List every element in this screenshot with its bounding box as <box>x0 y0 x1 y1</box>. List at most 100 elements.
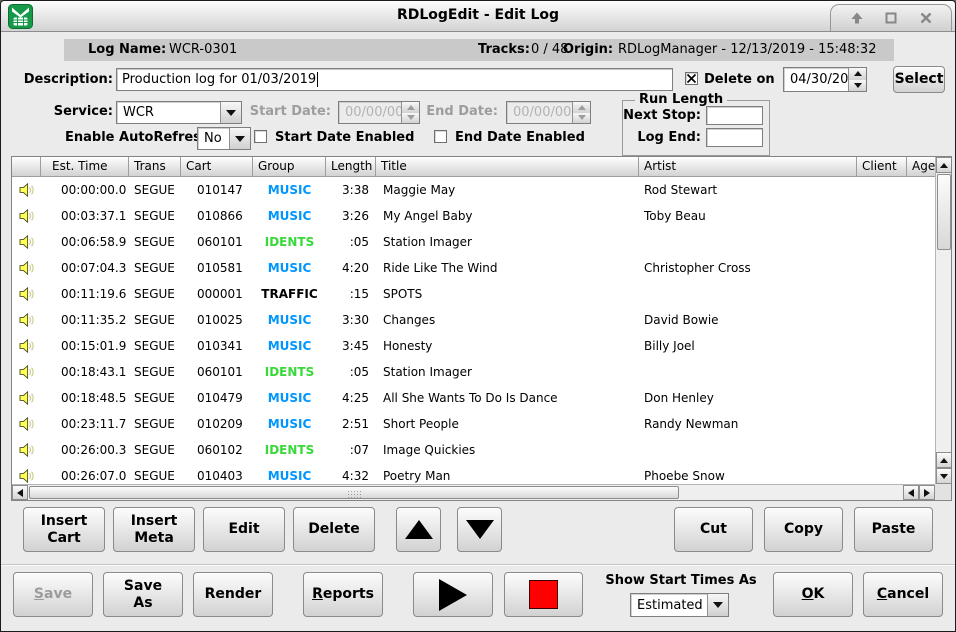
delete-on-checkbox[interactable] <box>685 72 698 85</box>
maximize-window-button[interactable] <box>882 9 900 27</box>
cell-cart: 010209 <box>181 417 253 431</box>
speaker-icon <box>12 209 41 223</box>
cell-length: 3:45 <box>326 339 376 353</box>
stop-button[interactable] <box>504 572 583 617</box>
scroll-down-button[interactable] <box>936 468 952 484</box>
move-down-button[interactable] <box>457 507 502 552</box>
service-combobox[interactable]: WCR <box>116 101 242 124</box>
show-start-times-combobox[interactable]: Estimated <box>630 593 729 617</box>
horizontal-scrollbar-thumb[interactable] <box>29 486 679 499</box>
speaker-icon <box>12 235 41 249</box>
play-button[interactable] <box>413 572 493 617</box>
table-row[interactable]: 00:03:37.1SEGUE010866MUSIC3:26My Angel B… <box>12 203 951 229</box>
ok-button[interactable]: OK <box>773 572 853 617</box>
speaker-icon <box>12 391 41 405</box>
log-event-table: Est. TimeTransCartGroupLengthTitleArtist… <box>11 156 952 501</box>
scroll-left-button-2[interactable] <box>903 485 919 500</box>
table-row[interactable]: 00:26:07.0SEGUE010403MUSIC4:32Poetry Man… <box>12 463 951 484</box>
scroll-left-button[interactable] <box>12 485 28 500</box>
cut-button[interactable]: Cut <box>674 507 753 552</box>
separator-line <box>1 564 955 566</box>
cell-length: 2:51 <box>326 417 376 431</box>
delete-date-spinbox[interactable]: 04/30/2019 <box>783 67 867 92</box>
next-stop-label: Next Stop: <box>623 108 701 123</box>
description-input[interactable]: Production log for 01/03/2019 <box>116 68 673 91</box>
cell-est-time: 00:11:19.6 <box>41 287 129 301</box>
paste-button[interactable]: Paste <box>854 507 933 552</box>
save-as-button[interactable]: Save As <box>103 572 183 617</box>
insert-cart-button[interactable]: Insert Cart <box>23 507 105 552</box>
text-caret <box>317 72 318 87</box>
table-row[interactable]: 00:26:00.3SEGUE060102IDENTS:07Image Quic… <box>12 437 951 463</box>
edit-button[interactable]: Edit <box>203 507 285 552</box>
move-up-button[interactable] <box>396 507 441 552</box>
cell-title: Short People <box>376 417 639 431</box>
column-header-length[interactable]: Length <box>326 157 376 177</box>
table-row[interactable]: 00:00:00.0SEGUE010147MUSIC3:38Maggie May… <box>12 177 951 203</box>
cell-group: IDENTS <box>253 235 326 249</box>
cell-cart: 010866 <box>181 209 253 223</box>
scroll-up-button-2[interactable] <box>936 452 952 468</box>
end-date-enabled-checkbox[interactable] <box>434 130 447 143</box>
table-header: Est. TimeTransCartGroupLengthTitleArtist… <box>12 157 951 177</box>
reports-button[interactable]: Reports <box>303 572 383 617</box>
cell-est-time: 00:03:37.1 <box>41 209 129 223</box>
speaker-icon <box>12 287 41 301</box>
cell-group: MUSIC <box>253 313 326 327</box>
vertical-scrollbar[interactable] <box>935 157 951 484</box>
cell-title: All She Wants To Do Is Dance <box>376 391 639 405</box>
column-header-title[interactable]: Title <box>376 157 639 177</box>
autorefresh-combobox[interactable]: No <box>197 127 251 150</box>
column-header-cart[interactable]: Cart <box>181 157 253 177</box>
start-date-enabled-checkbox[interactable] <box>254 130 267 143</box>
cell-title: Honesty <box>376 339 639 353</box>
column-header-client[interactable]: Client <box>857 157 907 177</box>
cancel-button[interactable]: Cancel <box>863 572 943 617</box>
cell-title: Image Quickies <box>376 443 639 457</box>
cell-title: Station Imager <box>376 235 639 249</box>
save-button[interactable]: Save <box>13 572 93 617</box>
column-header-artist[interactable]: Artist <box>639 157 857 177</box>
spin-down-button[interactable] <box>849 80 866 92</box>
cell-group: MUSIC <box>253 339 326 353</box>
cell-title: Poetry Man <box>376 469 639 483</box>
cell-est-time: 00:26:00.3 <box>41 443 129 457</box>
cell-group: MUSIC <box>253 261 326 275</box>
delete-button[interactable]: Delete <box>293 507 375 552</box>
scroll-up-button[interactable] <box>936 157 952 173</box>
cell-trans: SEGUE <box>129 183 181 197</box>
speaker-icon <box>12 469 41 483</box>
column-header-trans[interactable]: Trans <box>129 157 181 177</box>
cell-est-time: 00:06:58.9 <box>41 235 129 249</box>
column-header-est-time[interactable]: Est. Time <box>41 157 129 177</box>
up-arrow-icon <box>405 520 433 539</box>
spin-up-button[interactable] <box>849 68 866 80</box>
table-row[interactable]: 00:23:11.7SEGUE010209MUSIC2:51Short Peop… <box>12 411 951 437</box>
copy-button[interactable]: Copy <box>764 507 843 552</box>
select-button[interactable]: Select <box>893 66 945 93</box>
table-row[interactable]: 00:15:01.9SEGUE010341MUSIC3:45HonestyBil… <box>12 333 951 359</box>
table-row[interactable]: 00:11:35.2SEGUE010025MUSIC3:30ChangesDav… <box>12 307 951 333</box>
chevron-down-icon <box>220 102 241 123</box>
cell-group: TRAFFIC <box>253 287 326 301</box>
column-header-icon[interactable] <box>12 157 41 177</box>
horizontal-scrollbar[interactable] <box>12 484 935 500</box>
insert-meta-button[interactable]: Insert Meta <box>113 507 195 552</box>
table-row[interactable]: 00:07:04.3SEGUE010581MUSIC4:20Ride Like … <box>12 255 951 281</box>
table-row[interactable]: 00:11:19.6SEGUE000001TRAFFIC:15SPOTS <box>12 281 951 307</box>
cell-cart: 060101 <box>181 235 253 249</box>
render-button[interactable]: Render <box>193 572 273 617</box>
cell-artist: Randy Newman <box>639 417 857 431</box>
vertical-scrollbar-thumb[interactable] <box>937 174 951 250</box>
titlebar[interactable]: RDLogEdit - Edit Log <box>1 1 955 32</box>
scroll-right-button[interactable] <box>919 485 935 500</box>
description-label: Description: <box>19 72 113 87</box>
shade-window-button[interactable] <box>848 9 866 27</box>
cell-group: MUSIC <box>253 417 326 431</box>
table-row[interactable]: 00:18:48.5SEGUE010479MUSIC4:25All She Wa… <box>12 385 951 411</box>
close-window-button[interactable] <box>917 9 935 27</box>
column-header-group[interactable]: Group <box>253 157 326 177</box>
table-row[interactable]: 00:06:58.9SEGUE060101IDENTS:05Station Im… <box>12 229 951 255</box>
table-row[interactable]: 00:18:43.1SEGUE060101IDENTS:05Station Im… <box>12 359 951 385</box>
speaker-icon <box>12 365 41 379</box>
